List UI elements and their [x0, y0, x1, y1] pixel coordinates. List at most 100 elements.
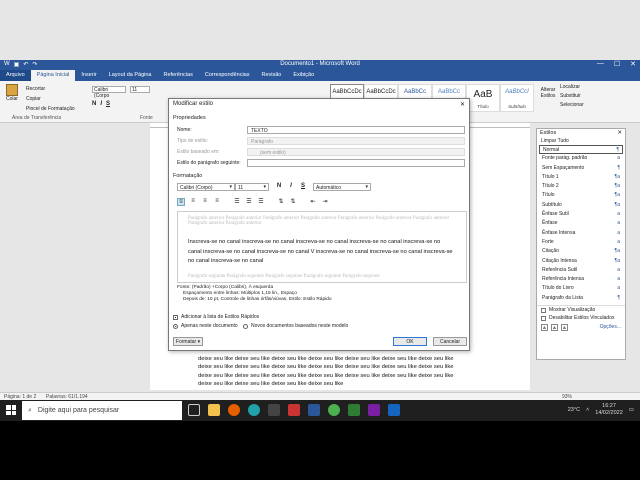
style-list-item[interactable]: Sem Espaçamento ¶	[537, 164, 625, 173]
font-name-box[interactable]: Calibri (Corpo	[92, 86, 126, 99]
underline-button[interactable]: S	[106, 101, 110, 107]
manage-styles-icon[interactable]: A	[561, 324, 568, 332]
font-color-select[interactable]: Automático	[313, 183, 371, 191]
tab-arquivo[interactable]: Arquivo	[0, 70, 31, 81]
space-after-icon[interactable]: ⇅	[289, 198, 297, 206]
dialog-underline-button[interactable]: S	[299, 183, 307, 189]
tray-chevron-icon[interactable]: ˄	[586, 407, 589, 413]
options-link[interactable]: Opções...	[600, 324, 621, 331]
editing-group: Localizar Substituir Selecionar	[560, 84, 584, 111]
italic-button[interactable]: I	[100, 101, 102, 107]
ok-button[interactable]: OK	[393, 337, 427, 346]
clock[interactable]: 16:27 14/02/2022	[595, 403, 623, 417]
paste-button[interactable]: Colar	[4, 84, 20, 106]
app-icon-1[interactable]	[268, 404, 280, 416]
pane-close-icon[interactable]: ✕	[617, 130, 622, 136]
dialog-bold-button[interactable]: N	[275, 183, 283, 189]
dialog-italic-button[interactable]: I	[287, 183, 295, 189]
disable-linked-checkbox[interactable]: Desabilitar Estilos Vinculados	[537, 314, 625, 322]
word-taskbar-icon[interactable]	[308, 404, 320, 416]
close-button[interactable]: ✕	[630, 60, 636, 68]
style-list-item[interactable]: Forte a	[537, 238, 625, 247]
style-list-item[interactable]: Subtítulo ¶a	[537, 201, 625, 210]
style-list-item[interactable]: Título 2 ¶a	[537, 182, 625, 191]
notifications-icon[interactable]: ▭	[629, 407, 634, 413]
windows-start-icon[interactable]	[6, 405, 16, 415]
style-list-item[interactable]: Normal ¶	[539, 145, 623, 155]
style-list-item[interactable]: Título 1 ¶a	[537, 173, 625, 182]
app-icon-3[interactable]	[348, 404, 360, 416]
style-name-input[interactable]: TEXTO	[247, 126, 465, 134]
tab-layout[interactable]: Layout da Página	[103, 70, 158, 81]
replace-button[interactable]: Substituir	[560, 93, 584, 99]
style-list-item[interactable]: Parágrafo da Lista ¶	[537, 294, 625, 303]
explorer-icon[interactable]	[208, 404, 220, 416]
taskbar-search[interactable]: ⌕ Digite aqui para pesquisar	[22, 401, 182, 420]
style-list-item[interactable]: Ênfase Sutil a	[537, 210, 625, 219]
align-left-icon[interactable]: ≡	[177, 198, 185, 206]
style-list-item[interactable]: Citação Intensa ¶a	[537, 257, 625, 266]
copy-button[interactable]: Copiar	[26, 96, 41, 102]
style-list-item[interactable]: Referência Sutil a	[537, 266, 625, 275]
minimize-button[interactable]: —	[597, 60, 604, 68]
increase-indent-icon[interactable]: ⇥	[321, 198, 329, 206]
dialog-close-button[interactable]: ✕	[460, 101, 465, 109]
line-spacing-half-icon[interactable]: ☰	[245, 198, 253, 206]
clear-all-style[interactable]: Limpar Tudo	[537, 137, 625, 145]
style-list-item[interactable]: Citação ¶a	[537, 247, 625, 256]
tab-correspondencias[interactable]: Correspondências	[199, 70, 256, 81]
task-view-icon[interactable]	[188, 404, 200, 416]
format-painter-button[interactable]: Pincel de Formatação	[26, 106, 75, 112]
select-button[interactable]: Selecionar	[560, 102, 584, 108]
chrome-icon[interactable]	[328, 404, 340, 416]
style-subtitle[interactable]: AaBbCcI Subtítulo	[500, 84, 534, 112]
find-button[interactable]: Localizar	[560, 84, 584, 90]
weather-temp[interactable]: 23°C	[568, 407, 580, 413]
style-list-item[interactable]: Fonte parág. padrão a	[537, 154, 625, 163]
dialog-font-select[interactable]: Calibri (Corpo)	[177, 183, 235, 191]
style-type-select: Parágrafo	[247, 137, 465, 145]
maximize-button[interactable]: ☐	[614, 60, 620, 68]
style-type-icon: ¶a	[614, 248, 620, 255]
cancel-button[interactable]: Cancelar	[433, 337, 467, 346]
style-list-item[interactable]: Título ¶a	[537, 191, 625, 200]
line-spacing-double-icon[interactable]: ☰	[257, 198, 265, 206]
new-documents-radio[interactable]: Novos documentos baseados neste modelo	[243, 323, 348, 329]
align-center-icon[interactable]: ≡	[189, 198, 197, 206]
format-menu-button[interactable]: Formatar ▾	[173, 337, 203, 346]
sample-text: Inscreva-se no canal inscreva-se no cana…	[188, 239, 453, 264]
document-body-text[interactable]: Dixe seu like deixe seu like deixe seu l…	[198, 346, 458, 389]
new-style-icon[interactable]: A	[541, 324, 548, 332]
style-list-item[interactable]: Referência Intensa a	[537, 275, 625, 284]
firefox-icon[interactable]	[228, 404, 240, 416]
tab-revisao[interactable]: Revisão	[255, 70, 287, 81]
tab-referencias[interactable]: Referências	[157, 70, 198, 81]
font-size-box[interactable]: 11	[130, 86, 150, 93]
dialog-size-select[interactable]: 11	[235, 183, 269, 191]
show-preview-checkbox[interactable]: Mostrar Visualização	[537, 306, 625, 314]
style-list-item[interactable]: Ênfase a	[537, 219, 625, 228]
edge-icon[interactable]	[248, 404, 260, 416]
style-list-item[interactable]: Ênfase Intensa a	[537, 229, 625, 238]
cut-button[interactable]: Recortar	[26, 86, 45, 92]
tab-pagina-inicial[interactable]: Página Inicial	[30, 70, 76, 81]
justify-icon[interactable]: ≡	[213, 198, 221, 206]
add-to-quick-styles-checkbox[interactable]: Adicionar à lista de Estilos Rápidos	[173, 314, 259, 320]
style-list-item[interactable]: Título do Livro a	[537, 284, 625, 293]
line-spacing-single-icon[interactable]: ☰	[233, 198, 241, 206]
app-icon-5[interactable]	[388, 404, 400, 416]
app-icon-2[interactable]	[288, 404, 300, 416]
next-style-select[interactable]	[247, 159, 465, 167]
style-inspector-icon[interactable]: A	[551, 324, 558, 332]
change-styles-button[interactable]: Alterar Estilos	[538, 87, 558, 99]
style-title[interactable]: AaB Título	[466, 84, 500, 112]
decrease-indent-icon[interactable]: ⇤	[309, 198, 317, 206]
tab-exibicao[interactable]: Exibição	[287, 70, 320, 81]
tab-inserir[interactable]: Inserir	[75, 70, 102, 81]
title-bar: W ▣ ↶ ↷ Documento1 - Microsoft Word — ☐ …	[0, 60, 640, 70]
align-right-icon[interactable]: ≡	[201, 198, 209, 206]
space-before-icon[interactable]: ⇅	[277, 198, 285, 206]
only-this-document-radio[interactable]: Apenas neste documento	[173, 323, 238, 329]
bold-button[interactable]: N	[92, 101, 96, 107]
app-icon-4[interactable]	[368, 404, 380, 416]
